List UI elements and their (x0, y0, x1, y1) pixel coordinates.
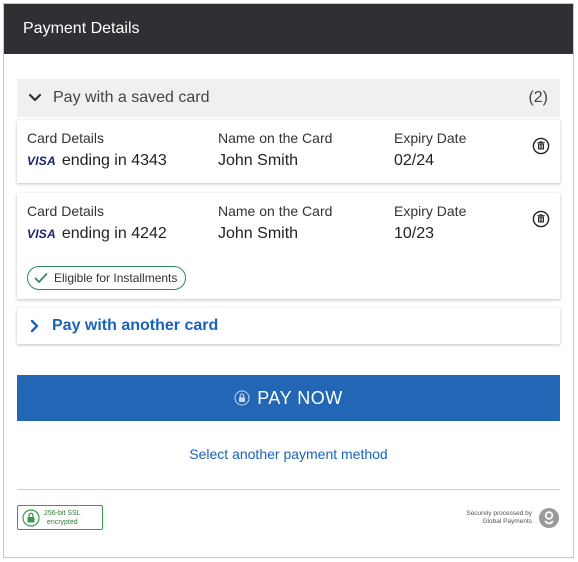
card-details-label: Card Details (27, 130, 105, 146)
saved-cards-title: Pay with a saved card (53, 89, 210, 106)
footer-divider (17, 489, 560, 490)
saved-cards-toggle[interactable]: Pay with a saved card (2) (17, 79, 560, 117)
card-name: John Smith (218, 225, 299, 242)
check-icon (34, 273, 48, 283)
card-details-col: Card Details VISA ending in 4242 (27, 203, 167, 243)
lock-icon (234, 390, 250, 406)
pay-now-button[interactable]: PAY NOW (17, 375, 560, 421)
panel-header: Payment Details (4, 4, 573, 54)
trash-icon[interactable] (532, 137, 550, 155)
global-payments-logo (539, 508, 559, 528)
visa-logo: VISA (27, 154, 56, 168)
gp-line2: Global Payments (482, 518, 533, 525)
saved-card-2[interactable]: Card Details VISA ending in 4242 Name on… (17, 193, 560, 299)
card-name-label: Name on the Card (218, 203, 333, 219)
pay-now-label: PAY NOW (257, 387, 343, 408)
select-another-method-link[interactable]: Select another payment method (4, 446, 573, 462)
card-details-label: Card Details (27, 203, 105, 219)
global-payments-badge: Securely processed by Global Payments (466, 507, 560, 529)
card-details-col: Card Details VISA ending in 4343 (27, 130, 167, 170)
installments-badge-label: Eligible for Installments (54, 271, 178, 285)
chevron-right-icon (29, 319, 43, 333)
card-number: VISA ending in 4242 (27, 225, 167, 243)
panel-title: Payment Details (23, 20, 140, 37)
card-ending: ending in 4242 (61, 225, 167, 242)
card-expiry-label: Expiry Date (394, 203, 467, 219)
card-name: John Smith (218, 152, 299, 169)
card-number: VISA ending in 4343 (27, 152, 167, 170)
saved-cards-count: (2) (528, 89, 548, 106)
padlock-icon (22, 508, 40, 527)
card-expiry-col: Expiry Date 10/23 (394, 203, 466, 243)
payment-details-panel: Payment Details Pay with a saved card (2… (3, 3, 574, 558)
trash-icon[interactable] (532, 210, 550, 228)
another-card-label: Pay with another card (52, 317, 219, 334)
installments-badge: Eligible for Installments (27, 266, 187, 290)
card-ending: ending in 4343 (61, 152, 167, 169)
card-name-label: Name on the Card (218, 130, 333, 146)
saved-card-1[interactable]: Card Details VISA ending in 4343 Name on… (17, 120, 560, 183)
card-name-col: Name on the Card John Smith (218, 130, 332, 170)
ssl-line1: 256-bit SSL (44, 509, 81, 517)
another-card-toggle[interactable]: Pay with another card (17, 308, 560, 344)
chevron-down-icon (27, 89, 45, 107)
gp-line1: Securely processed by (466, 510, 532, 517)
card-expiry: 10/23 (394, 225, 435, 242)
ssl-line2: encrypted (46, 518, 78, 526)
visa-logo: VISA (27, 227, 56, 241)
card-expiry-col: Expiry Date 02/24 (394, 130, 466, 170)
card-name-col: Name on the Card John Smith (218, 203, 332, 243)
card-expiry: 02/24 (394, 152, 435, 169)
ssl-badge: 256-bit SSL encrypted (17, 505, 103, 530)
card-expiry-label: Expiry Date (394, 130, 467, 146)
